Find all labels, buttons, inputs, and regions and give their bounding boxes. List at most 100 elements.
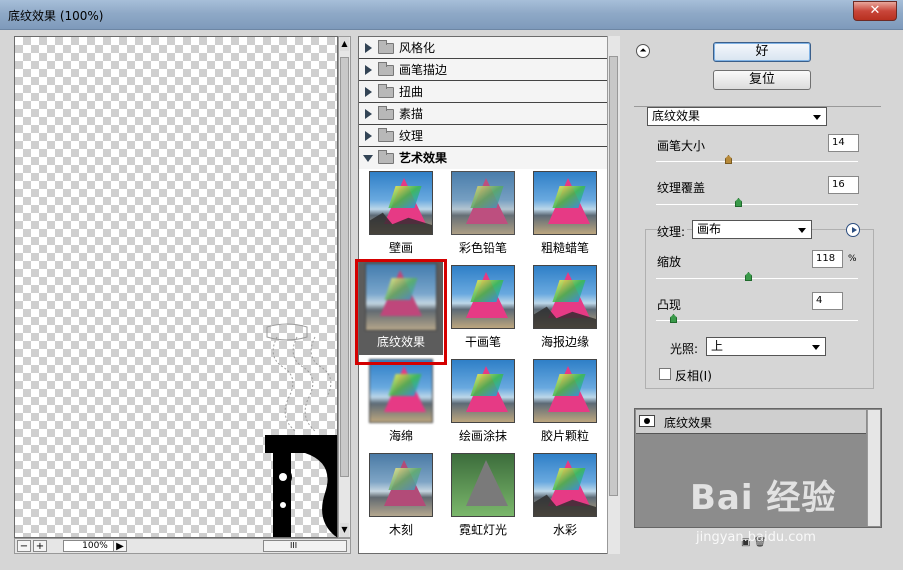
gallery-scroll-thumb[interactable] [609,56,618,496]
texture-coverage-label: 纹理覆盖 [657,181,706,195]
filter-label: 木刻 [388,523,413,537]
filter-label: 干画笔 [464,335,501,349]
preview-scroll-thumb[interactable] [340,57,349,477]
folder-icon [378,40,394,54]
layers-scrollbar[interactable] [867,410,880,526]
preview-artwork [265,323,337,537]
texture-coverage-slider[interactable] [656,198,858,207]
zoom-menu-icon[interactable]: ▶ [113,540,127,552]
category-label: 画笔描边 [399,63,448,77]
filter-preview-image [533,171,597,235]
eye-icon[interactable] [639,415,655,427]
filter-preview-image [451,453,515,517]
brush-size-input[interactable]: 14 [828,134,859,152]
watermark-url: jingyan.baidu.com [696,530,816,545]
expand-arrow-icon[interactable] [365,87,372,97]
folder-open-icon [378,150,394,164]
zoom-out-button[interactable]: − [17,540,31,552]
title-bar: 底纹效果 (100%) ✕ [0,0,903,30]
filter-label: 海报边缘 [540,335,589,349]
category-distort[interactable]: 扭曲 [359,81,619,103]
relief-label: 凸现 [657,298,682,312]
filter-thumb[interactable]: 海绵 [361,359,441,453]
folder-icon [378,106,394,120]
category-label: 纹理 [399,129,424,143]
invert-checkbox[interactable] [659,368,671,380]
category-label: 风格化 [399,41,436,55]
filter-preview-image [369,453,433,517]
filter-thumb[interactable]: 粗糙蜡笔 [525,171,605,265]
filter-label: 水彩 [552,523,577,537]
zoom-in-button[interactable]: + [33,540,47,552]
filter-thumb[interactable]: 海报边缘 [525,265,605,359]
texture-menu-icon[interactable] [846,223,860,237]
filter-preview-image [451,265,515,329]
texture-label: 纹理: [657,223,688,240]
category-sketch[interactable]: 素描 [359,103,619,125]
light-label: 光照: [670,342,699,356]
scroll-down-icon[interactable]: ▼ [340,523,349,537]
filter-preview-image [533,453,597,517]
window-title: 底纹效果 (100%) [8,9,104,23]
gallery-scrollbar[interactable] [607,36,620,554]
close-button[interactable]: ✕ [853,1,897,21]
filter-preview-image [533,265,597,329]
filter-preview-image [369,359,433,423]
collapse-arrow-icon[interactable] [363,155,373,162]
scroll-grip: III [290,541,298,550]
category-texture[interactable]: 纹理 [359,125,619,147]
filter-thumb[interactable]: 胶片颗粒 [525,359,605,453]
scaling-unit: % [848,254,857,264]
filter-thumb[interactable]: 木刻 [361,453,441,547]
filter-thumb[interactable]: 霓虹灯光 [443,453,523,547]
category-label: 素描 [399,107,424,121]
scaling-slider[interactable] [656,272,858,281]
preview-bottom-bar: − + 100% ▶ III [14,538,351,554]
watermark-logo: Bai 经验 [690,478,837,518]
effect-layer-name: 底纹效果 [664,416,713,430]
filter-thumb[interactable]: 彩色铅笔 [443,171,523,265]
filter-preview-image [369,171,433,235]
preview-canvas[interactable] [14,36,338,538]
filter-label: 胶片颗粒 [540,429,589,443]
reset-button[interactable]: 复位 [713,70,811,90]
scaling-label: 缩放 [657,255,682,269]
texture-select[interactable]: 画布 [692,220,812,239]
brush-size-label: 画笔大小 [657,139,706,153]
brush-size-slider[interactable] [656,155,858,164]
highlight-annotation [355,259,447,365]
expand-arrow-icon[interactable] [365,65,372,75]
category-stylize[interactable]: 风格化 [359,37,619,59]
effect-layer-row[interactable]: 底纹效果 [636,410,866,434]
invert-label: 反相(I) [675,369,712,383]
expand-arrow-icon[interactable] [365,131,372,141]
filter-select[interactable]: 底纹效果 [647,107,827,126]
relief-slider[interactable] [656,314,858,323]
light-select[interactable]: 上 [706,337,826,356]
scaling-input[interactable]: 118 [812,250,843,268]
preview-horizontal-scrollbar[interactable]: III [263,540,347,552]
category-artistic[interactable]: 艺术效果 [359,147,619,169]
filter-preview-image [533,359,597,423]
category-label: 扭曲 [399,85,424,99]
relief-input[interactable]: 4 [812,292,843,310]
ok-button[interactable]: 好 [713,42,811,62]
filter-label: 彩色铅笔 [458,241,507,255]
filter-thumb[interactable]: 绘画涂抹 [443,359,523,453]
expand-arrow-icon[interactable] [365,43,372,53]
filter-thumb[interactable]: 干画笔 [443,265,523,359]
filter-label: 粗糙蜡笔 [540,241,589,255]
filter-preview-image [451,359,515,423]
texture-coverage-input[interactable]: 16 [828,176,859,194]
filter-thumb[interactable]: 壁画 [361,171,441,265]
scroll-up-icon[interactable]: ▲ [340,37,349,51]
filter-label: 霓虹灯光 [458,523,507,537]
preview-vertical-scrollbar[interactable]: ▲ ▼ [338,36,351,538]
category-brush-strokes[interactable]: 画笔描边 [359,59,619,81]
category-label: 艺术效果 [399,151,448,165]
collapse-icon[interactable]: ⏶ [636,44,650,58]
folder-icon [378,84,394,98]
expand-arrow-icon[interactable] [365,109,372,119]
filter-label: 壁画 [388,241,413,255]
filter-thumb[interactable]: 水彩 [525,453,605,547]
